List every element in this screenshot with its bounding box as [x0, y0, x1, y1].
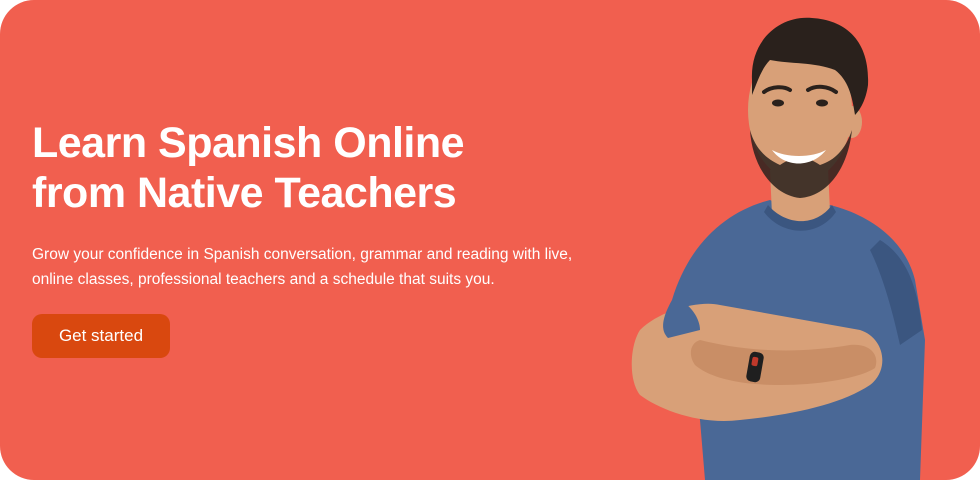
hero-headline: Learn Spanish Online from Native Teacher… [32, 118, 592, 218]
headline-line-2: from Native Teachers [32, 169, 457, 217]
hero-banner: Learn Spanish Online from Native Teacher… [0, 0, 980, 480]
hero-content: Learn Spanish Online from Native Teacher… [32, 118, 592, 292]
get-started-button[interactable]: Get started [32, 314, 170, 358]
headline-line-1: Learn Spanish Online [32, 119, 465, 167]
hero-description: Grow your confidence in Spanish conversa… [32, 246, 573, 288]
teacher-photo [631, 17, 925, 480]
